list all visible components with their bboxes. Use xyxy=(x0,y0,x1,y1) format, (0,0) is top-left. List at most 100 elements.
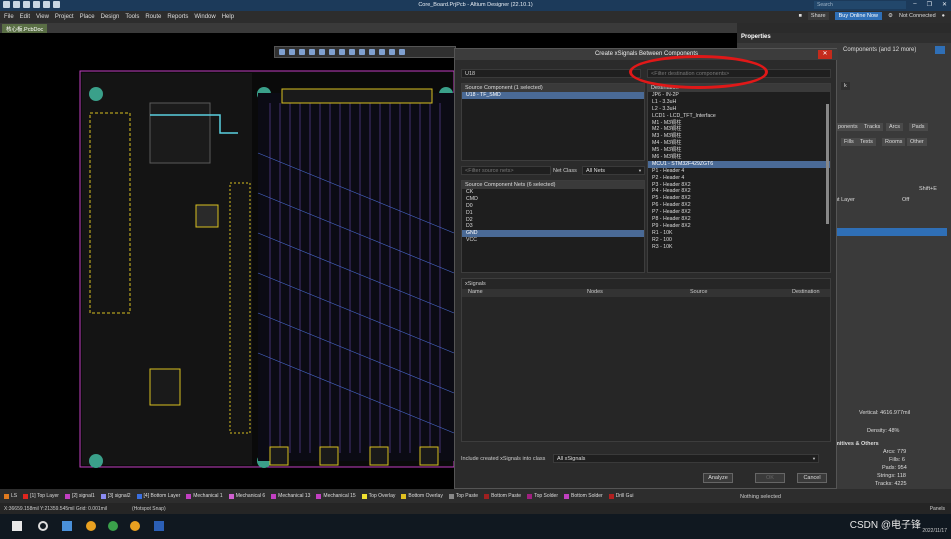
destination-list-item[interactable]: JP6 - IN-2P xyxy=(648,92,830,99)
add-icon[interactable] xyxy=(299,49,305,55)
destination-scrollbar[interactable] xyxy=(826,104,829,224)
wechat-icon[interactable] xyxy=(108,521,118,531)
filter-tab-pads[interactable]: Pads xyxy=(909,123,928,131)
filter-icon[interactable] xyxy=(279,49,285,55)
layer-tab[interactable]: [3] signal2 xyxy=(100,493,134,499)
destination-list-item[interactable]: L1 - 3.3uH xyxy=(648,99,830,106)
user-icon[interactable]: ● xyxy=(942,13,945,19)
doc-tab-pcb[interactable]: 核心板.PcbDoc xyxy=(2,24,48,33)
diff-pair-icon[interactable] xyxy=(349,49,355,55)
windows-start-icon[interactable] xyxy=(12,521,22,531)
polygon-icon[interactable] xyxy=(369,49,375,55)
dialog-close-button[interactable]: ✕ xyxy=(818,50,832,59)
layer-tab[interactable]: Top Overlay xyxy=(361,493,399,499)
via-icon[interactable] xyxy=(359,49,365,55)
filter-tab-arcs[interactable]: Arcs xyxy=(886,123,903,131)
buy-online-button[interactable]: Buy Online Now xyxy=(834,12,883,20)
menu-item-edit[interactable]: Edit xyxy=(20,14,30,20)
interactive-route-icon[interactable] xyxy=(339,49,345,55)
menu-item-help[interactable]: Help xyxy=(222,14,234,20)
analyze-button[interactable]: Analyze xyxy=(703,473,733,483)
net-class-dropdown[interactable]: All Nets xyxy=(582,166,645,175)
filter-tab-components[interactable]: ponents xyxy=(835,123,861,131)
destination-list-item[interactable]: P6 - Header 8X2 xyxy=(648,202,830,209)
file-explorer-icon[interactable] xyxy=(62,521,72,531)
filter-tab-rooms[interactable]: Rooms xyxy=(882,138,906,146)
destination-list-item[interactable]: P8 - Header 8X2 xyxy=(648,216,830,223)
menu-item-design[interactable]: Design xyxy=(101,14,120,20)
destination-list-item[interactable]: P2 - Header 4 xyxy=(648,175,830,182)
layer-tab[interactable]: Mechanical 6 xyxy=(228,493,268,499)
close-icon[interactable]: ✕ xyxy=(942,1,947,8)
destination-list-item[interactable]: R1 - 10K xyxy=(648,230,830,237)
net-list-item[interactable]: CMD xyxy=(462,196,644,203)
net-list-item[interactable]: GND xyxy=(462,230,644,238)
menu-item-project[interactable]: Project xyxy=(55,14,74,20)
word-icon[interactable] xyxy=(154,521,164,531)
select-icon[interactable] xyxy=(309,49,315,55)
destination-list-item[interactable]: P4 - Header 8X2 xyxy=(648,188,830,195)
menu-item-view[interactable]: View xyxy=(36,14,49,20)
align-icon[interactable] xyxy=(319,49,325,55)
net-list-item[interactable]: D2 xyxy=(462,217,644,224)
menu-item-place[interactable]: Place xyxy=(80,14,95,20)
menu-item-window[interactable]: Window xyxy=(194,14,215,20)
net-list-item[interactable]: D3 xyxy=(462,223,644,230)
search-input[interactable]: Search xyxy=(814,1,906,9)
filter-icon[interactable] xyxy=(935,46,945,54)
col-name[interactable]: Name xyxy=(468,289,483,295)
include-class-dropdown[interactable]: All xSignals xyxy=(553,454,819,463)
menu-item-route[interactable]: Route xyxy=(145,14,161,20)
layer-tab[interactable]: [2] signal1 xyxy=(64,493,98,499)
col-destination[interactable]: Destination xyxy=(792,289,820,295)
maximize-icon[interactable]: ❐ xyxy=(927,1,932,8)
route-icon[interactable] xyxy=(289,49,295,55)
source-list-item[interactable]: U18 - TF_SMD xyxy=(462,92,644,99)
col-source[interactable]: Source xyxy=(690,289,707,295)
notifications-icon[interactable]: ■ xyxy=(799,13,802,19)
line-icon[interactable] xyxy=(389,49,395,55)
net-list-item[interactable]: CK xyxy=(462,189,644,196)
destination-list-item[interactable]: L2 - 3.3uH xyxy=(648,106,830,113)
altium-icon[interactable] xyxy=(130,521,140,531)
layer-tab[interactable]: Bottom Paste xyxy=(484,493,524,499)
destination-list-item[interactable]: P1 - Header 4 xyxy=(648,168,830,175)
layer-tab[interactable]: [1] Top Layer xyxy=(23,493,62,499)
menu-item-reports[interactable]: Reports xyxy=(167,14,188,20)
properties-selected-row[interactable] xyxy=(835,228,947,236)
destination-list-item[interactable]: MCU1 - STM32F429ZGT6 xyxy=(648,160,830,168)
layer-tab[interactable]: Bottom Solder xyxy=(564,493,606,499)
place-component-icon[interactable] xyxy=(329,49,335,55)
layer-tab[interactable]: Mechanical 15 xyxy=(316,493,358,499)
cancel-button[interactable]: Cancel xyxy=(797,473,827,483)
destination-list-item[interactable]: LCD1 - LCD_TFT_Interface xyxy=(648,113,830,120)
properties-tab[interactable]: k xyxy=(841,82,850,90)
net-list-item[interactable]: VCC xyxy=(462,237,644,244)
net-list-item[interactable]: D1 xyxy=(462,210,644,217)
layer-tab[interactable]: Top Solder xyxy=(527,493,561,499)
source-nets-filter[interactable]: <Filter source nets> xyxy=(461,166,551,175)
destination-list-item[interactable]: P5 - Header 8X2 xyxy=(648,195,830,202)
gear-icon[interactable]: ⚙ xyxy=(888,13,893,19)
destination-list-item[interactable]: P3 - Header 8X2 xyxy=(648,182,830,189)
layer-tab[interactable]: [4] Bottom Layer xyxy=(136,493,184,499)
filter-tab-other[interactable]: Other xyxy=(907,138,927,146)
connection-status[interactable]: Not Connected xyxy=(899,13,936,19)
filter-tab-texts[interactable]: Texts xyxy=(857,138,876,146)
layer-tab[interactable]: Bottom Overlay xyxy=(401,493,445,499)
rectangle-icon[interactable] xyxy=(379,49,385,55)
net-list-item[interactable]: D0 xyxy=(462,203,644,210)
search-icon[interactable] xyxy=(38,521,48,531)
col-nodes[interactable]: Nodes xyxy=(587,289,603,295)
share-button[interactable]: Share xyxy=(807,12,829,20)
app-icon[interactable] xyxy=(86,521,96,531)
filter-tab-fills[interactable]: Fills xyxy=(841,138,857,146)
destination-list-item[interactable]: P9 - Header 8X2 xyxy=(648,223,830,230)
layer-tab[interactable]: Top Paste xyxy=(448,493,481,499)
destination-list-item[interactable]: M6 - M3铜柱 xyxy=(648,154,830,161)
destination-list-item[interactable]: P7 - Header 8X2 xyxy=(648,209,830,216)
menu-item-tools[interactable]: Tools xyxy=(125,14,139,20)
layer-tab[interactable]: Drill Gui xyxy=(608,493,637,499)
destination-list-item[interactable]: R3 - 10K xyxy=(648,244,830,251)
source-filter-input[interactable]: U18 xyxy=(461,69,641,78)
